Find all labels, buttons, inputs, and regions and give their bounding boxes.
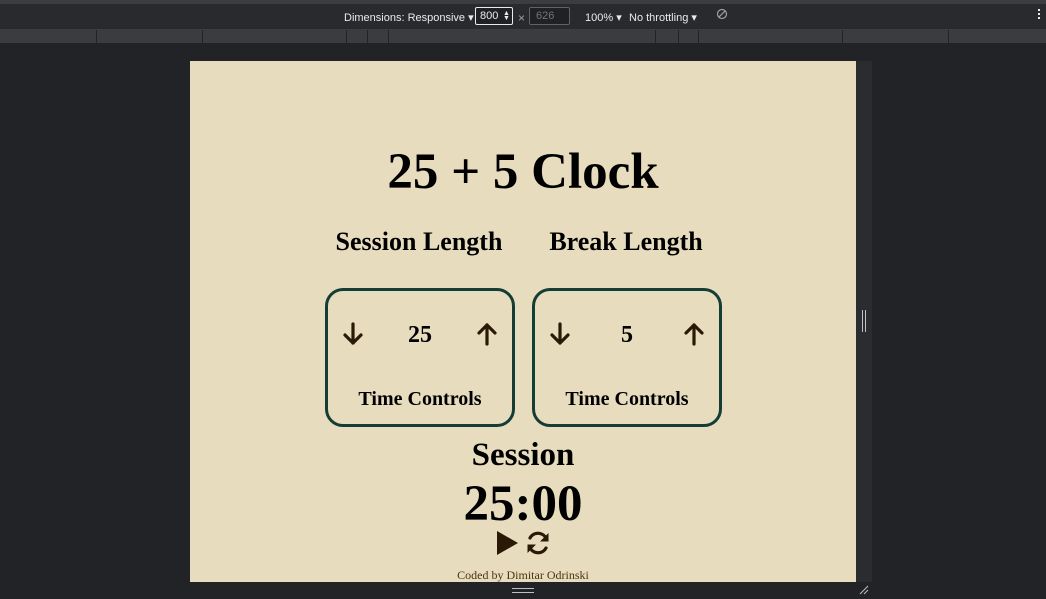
resize-handle-right[interactable] xyxy=(862,310,866,332)
session-controls-box: 25 Time Controls xyxy=(325,288,515,427)
timer-label: Session xyxy=(471,437,575,473)
play-icon[interactable] xyxy=(494,530,520,556)
devtools-toolbar: Dimensions: Responsive ▾ ▲▼ × 100% ▾ No … xyxy=(0,0,1046,30)
dropdown-caret-icon: ▾ xyxy=(616,12,622,24)
break-length-label: Break Length xyxy=(549,227,703,256)
dimensions-dropdown[interactable]: Dimensions: Responsive ▾ xyxy=(344,9,474,27)
zoom-dropdown[interactable]: 100% ▾ xyxy=(585,9,622,27)
throttling-dropdown[interactable]: No throttling ▾ xyxy=(629,9,697,27)
dropdown-caret-icon: ▾ xyxy=(691,12,697,24)
session-increment-arrow-up-icon[interactable] xyxy=(474,321,500,347)
more-vert-icon[interactable] xyxy=(1038,9,1042,27)
spinner-icon[interactable]: ▲ ▼ xyxy=(503,10,510,22)
break-increment-arrow-up-icon[interactable] xyxy=(681,321,707,347)
resize-handle-bottom[interactable] xyxy=(512,588,534,593)
times-sign: × xyxy=(518,11,526,25)
page-viewport: 25 + 5 Clock Session Length Break Length… xyxy=(190,61,856,582)
break-time-controls-caption: Time Controls xyxy=(565,388,689,410)
break-controls-box: 5 Time Controls xyxy=(532,288,722,427)
throttling-label: No throttling xyxy=(629,12,689,24)
media-query-ruler[interactable] xyxy=(0,30,1046,43)
footer-credit: Coded by Dimitar Odrinski xyxy=(457,568,589,582)
resize-corner-icon[interactable] xyxy=(859,585,869,595)
rotate-disabled-icon[interactable] xyxy=(716,8,728,20)
page-title: 25 + 5 Clock xyxy=(387,144,659,200)
session-length-label: Session Length xyxy=(335,227,503,256)
time-left: 25:00 xyxy=(463,476,583,532)
session-time-controls-caption: Time Controls xyxy=(358,388,482,410)
refresh-icon[interactable] xyxy=(525,530,551,556)
height-input[interactable] xyxy=(529,7,570,25)
zoom-label: 100% xyxy=(585,12,614,24)
dimensions-label: Dimensions: Responsive xyxy=(344,12,466,24)
dropdown-caret-icon: ▾ xyxy=(468,12,474,24)
